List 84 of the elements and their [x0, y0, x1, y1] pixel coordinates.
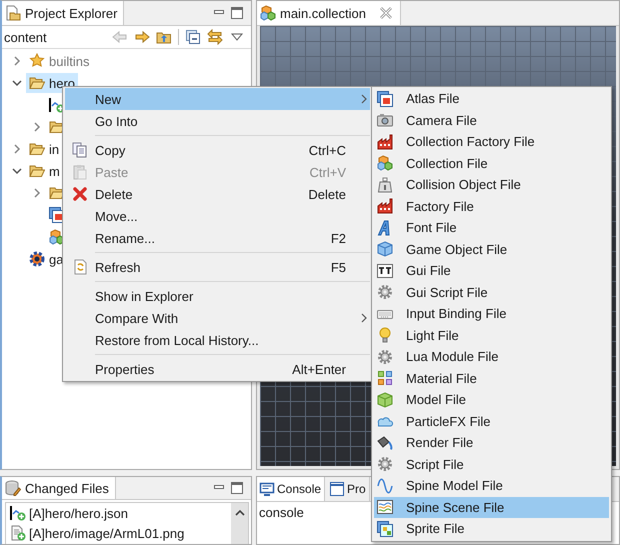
menu-item[interactable]: Move...: [65, 205, 370, 227]
wave-icon: [377, 478, 393, 494]
weight-icon: [377, 176, 393, 193]
delete-icon: [72, 186, 88, 202]
menu-item[interactable]: Script File: [374, 454, 609, 475]
menu-item[interactable]: New: [65, 88, 370, 110]
gear-icon: [377, 284, 393, 300]
waves-icon: [377, 499, 393, 516]
lightbulb-icon: [377, 327, 393, 344]
cubes-icon: [377, 155, 393, 172]
menu-item[interactable]: Delete Delete: [65, 183, 370, 205]
database-pencil-icon: [5, 480, 21, 496]
tree-item[interactable]: in: [26, 139, 62, 159]
menu-item[interactable]: Collection Factory File: [374, 131, 609, 152]
gear-icon: [377, 348, 393, 365]
menu-item[interactable]: Render File: [374, 432, 609, 454]
menu-item[interactable]: Go Into: [65, 110, 370, 132]
forward-arrow-icon[interactable]: [134, 29, 150, 45]
menu-item[interactable]: Lua Module File: [374, 346, 609, 368]
maximize-icon[interactable]: [229, 480, 245, 496]
link-arrows-icon[interactable]: [207, 29, 223, 45]
menu-item[interactable]: Font File: [374, 217, 609, 238]
collapse-all-icon[interactable]: [185, 29, 201, 45]
gear-icon: [29, 251, 45, 267]
editor-tab[interactable]: main.collection: [257, 1, 401, 25]
path-label: content: [4, 30, 47, 44]
panel-tab[interactable]: Pro: [327, 477, 370, 501]
menu-item[interactable]: Light File: [374, 324, 609, 346]
menu-item[interactable]: Sprite File: [374, 518, 609, 540]
cube-icon: [377, 392, 393, 408]
menu-item[interactable]: Spine Model File: [374, 475, 609, 496]
monitor-icon: [259, 481, 275, 497]
panel-tab[interactable]: Project Explorer: [2, 1, 124, 25]
folder-icon: [29, 163, 45, 179]
tree-item[interactable]: m: [26, 161, 63, 181]
factory-icon: [377, 198, 393, 214]
factory-icon: [377, 134, 393, 150]
paint-bucket-icon: [377, 434, 393, 451]
clipboard-icon: [72, 164, 88, 180]
folder-icon: [29, 75, 45, 91]
menu-item[interactable]: Factory File: [374, 196, 609, 217]
panel-tab[interactable]: Console: [257, 477, 326, 501]
window-icon: [329, 481, 346, 497]
menu-item[interactable]: Material File: [374, 368, 609, 389]
camera-icon: [377, 112, 393, 128]
folder-document-icon: [5, 5, 21, 21]
refresh-icon: [72, 259, 88, 275]
menu-item[interactable]: Refresh F5: [65, 256, 370, 278]
text-box-icon: [377, 262, 393, 279]
menu-item[interactable]: Model File: [374, 389, 609, 410]
menu-item[interactable]: ParticleFX File: [374, 410, 609, 432]
menu-item[interactable]: Game Object File: [374, 238, 609, 260]
file-list-item[interactable]: [A]hero/hero.json: [6, 503, 231, 523]
console-label: console: [259, 505, 304, 520]
close-icon[interactable]: [378, 5, 394, 21]
menu-item[interactable]: Collection File: [374, 152, 609, 174]
file-add-icon: [10, 525, 26, 541]
tree-item[interactable]: builtins: [26, 51, 92, 71]
image-stack-icon: [377, 520, 393, 537]
file-add-icon: [10, 505, 26, 521]
menu-item[interactable]: Restore from Local History...: [65, 329, 370, 351]
menu-item[interactable]: Input Binding File: [374, 303, 609, 324]
menu-item[interactable]: Properties Alt+Enter: [65, 358, 370, 380]
maximize-icon[interactable]: [229, 5, 245, 21]
menu-item[interactable]: Camera File: [374, 110, 609, 131]
scrollbar[interactable]: [231, 503, 248, 544]
menu-item[interactable]: Atlas File: [374, 88, 609, 110]
menu-item[interactable]: Collision Object File: [374, 174, 609, 196]
menu-item[interactable]: Gui File: [374, 260, 609, 282]
menu-item[interactable]: Show in Explorer: [65, 285, 370, 307]
cube-icon: [377, 241, 393, 258]
image-stack-icon: [377, 90, 393, 107]
menu-item[interactable]: Compare With: [65, 307, 370, 329]
cubes-icon: [260, 5, 276, 21]
folder-icon: [29, 141, 45, 157]
menu-item[interactable]: Rename... F2: [65, 227, 370, 249]
document-icon: [72, 142, 88, 158]
menu-item[interactable]: Copy Ctrl+C: [65, 139, 370, 161]
menu-item[interactable]: Spine Scene File: [374, 496, 609, 518]
panel-tab[interactable]: Changed Files: [2, 477, 116, 499]
grid-icon: [377, 370, 393, 386]
file-list-item[interactable]: [A]hero/image/ArmL01.png: [6, 523, 231, 543]
menu-item[interactable]: Gui Script File: [374, 282, 609, 303]
gear-icon: [377, 456, 393, 472]
